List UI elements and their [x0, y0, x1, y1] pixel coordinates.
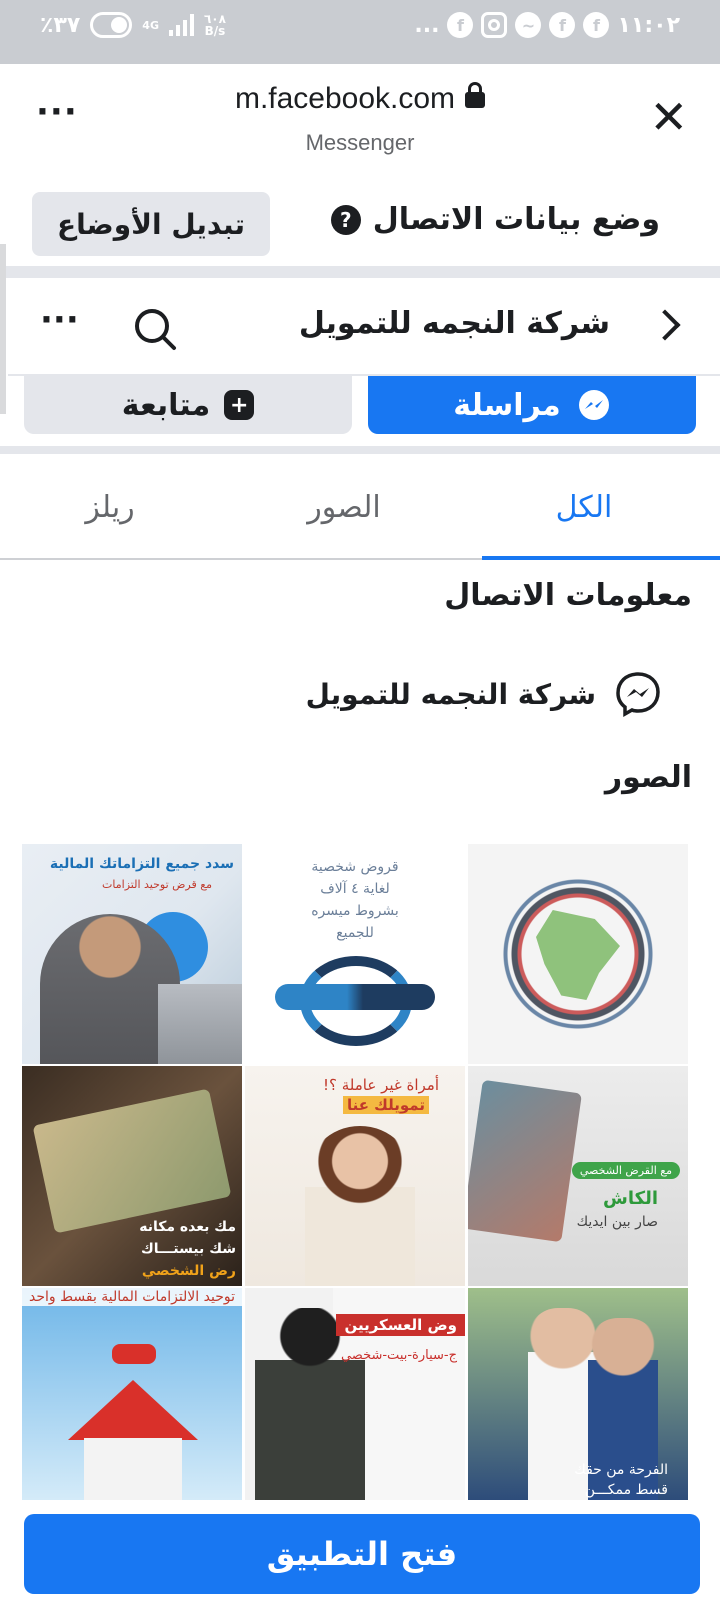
- photo-caption-line: قسط ممكـــن: [584, 1482, 668, 1498]
- speed-unit: B/s: [204, 24, 226, 38]
- status-left: ٪٣٧ 4G ٦٠٨ B/s: [40, 12, 226, 38]
- browser-toolbar: ··· m.facebook.com Messenger ✕: [0, 64, 720, 172]
- photo-caption-line: لغاية ٤ آلاف: [320, 881, 390, 897]
- network-speed: ٦٠٨ B/s: [204, 13, 226, 37]
- photo-caption: وض العسكريين: [336, 1314, 465, 1336]
- photo-thumbnail[interactable]: [468, 844, 688, 1064]
- photo-caption: تمويلك عنا: [342, 1096, 429, 1114]
- photo-caption-line: رض الشخصي: [141, 1263, 236, 1279]
- facebook-notification-icon: f: [583, 12, 610, 38]
- close-icon[interactable]: ✕: [649, 94, 688, 140]
- open-app-bar: فتح التطبيق: [0, 1500, 720, 1612]
- messenger-contact[interactable]: شركة النجمه للتمويل: [306, 670, 662, 718]
- photo-caption: ج-سيارة-بيت-شخصي: [340, 1348, 457, 1363]
- photo-shape: [32, 1088, 232, 1234]
- tab-reels[interactable]: ريلز: [10, 490, 210, 525]
- photo-shape: [255, 1308, 365, 1500]
- active-tab-indicator: [482, 556, 720, 560]
- page-more-icon[interactable]: ···: [40, 303, 79, 337]
- tab-bar: الكل الصور ريلز: [0, 470, 720, 560]
- photo-caption: توحيد الالتزامات المالية بقسط واحد: [22, 1288, 242, 1306]
- messenger-notification-icon: ~: [515, 12, 542, 38]
- divider: [0, 266, 720, 278]
- network-type: 4G: [142, 18, 159, 32]
- facebook-notification-icon: f: [549, 12, 576, 38]
- follow-label: متابعة: [121, 387, 211, 423]
- toggle-modes-button[interactable]: تبديل الأوضاع: [32, 192, 270, 256]
- photo-caption: الفرحة من حقك قسط ممكـــن: [468, 1460, 688, 1500]
- message-label: مراسلة: [453, 387, 561, 423]
- clock: ١١:٠٢: [617, 12, 680, 38]
- photos-grid: سدد جميع التزاماتك المالية مع قرض توحيد …: [22, 844, 688, 1500]
- browser-subtitle: Messenger: [305, 130, 415, 155]
- search-icon[interactable]: [132, 306, 178, 352]
- back-chevron-icon[interactable]: [649, 309, 681, 341]
- url-display[interactable]: m.facebook.com: [0, 82, 720, 116]
- divider: [0, 446, 720, 454]
- page-header: شركة النجمه للتمويل ···: [0, 244, 720, 414]
- status-right: ... f ~ f f ١١:٠٢: [414, 12, 680, 38]
- messenger-contact-name: شركة النجمه للتمويل: [305, 677, 596, 711]
- message-button[interactable]: مراسلة: [368, 376, 696, 434]
- photo-shape: [305, 1126, 415, 1286]
- photo-thumbnail[interactable]: مع القرض الشخصي الكاش صار بين ايديك: [468, 1066, 688, 1286]
- messenger-icon: [616, 672, 660, 718]
- photo-thumbnail[interactable]: الفرحة من حقك قسط ممكـــن: [468, 1288, 688, 1500]
- photo-caption: الكاش: [603, 1188, 658, 1209]
- mode-bar: تبديل الأوضاع وضع بيانات الاتصال ?: [0, 172, 720, 272]
- battery-percent: ٪٣٧: [40, 12, 81, 38]
- facebook-notification-icon: f: [447, 12, 474, 38]
- photo-shape: [84, 1438, 182, 1500]
- open-app-button[interactable]: فتح التطبيق: [24, 1514, 700, 1594]
- signal-icon: [168, 14, 194, 36]
- photo-shape: [68, 1380, 198, 1440]
- photo-shape: [275, 984, 435, 1010]
- photo-caption: قروض شخصية لغاية ٤ آلاف بشروط ميسره للجم…: [245, 856, 465, 944]
- photo-thumbnail[interactable]: مك بعده مكانه شك بيستـــاك رض الشخصي: [22, 1066, 242, 1286]
- status-bar: ٪٣٧ 4G ٦٠٨ B/s ... f ~ f f ١١:٠٢: [0, 0, 720, 64]
- photo-thumbnail[interactable]: وض العسكريين ج-سيارة-بيت-شخصي: [245, 1288, 465, 1500]
- photo-thumbnail[interactable]: توحيد الالتزامات المالية بقسط واحد: [22, 1288, 242, 1500]
- help-icon[interactable]: ?: [330, 204, 361, 235]
- photo-caption-line: شك بيستـــاك: [140, 1241, 236, 1257]
- photo-caption-line: للجميع: [336, 925, 374, 941]
- tab-all[interactable]: الكل: [484, 490, 684, 525]
- photo-caption: أمراة غير عاملة ؟!: [323, 1076, 439, 1094]
- instagram-notification-icon: [481, 12, 508, 38]
- photo-shape: [468, 1079, 582, 1243]
- photo-shape: [158, 984, 242, 1064]
- photo-caption-line: بشروط ميسره: [311, 903, 399, 919]
- battery-icon: [90, 12, 133, 38]
- photo-caption-line: الفرحة من حقك: [574, 1462, 668, 1478]
- follow-button[interactable]: متابعة +: [24, 376, 352, 434]
- photo-caption: مع قرض توحيد التزامات: [102, 878, 212, 891]
- photo-caption-line: قروض شخصية: [311, 859, 399, 875]
- url-text: m.facebook.com: [234, 82, 456, 115]
- page-actions: متابعة + مراسلة: [0, 376, 720, 444]
- contact-mode-text: وضع بيانات الاتصال: [372, 202, 660, 237]
- photo-caption: مك بعده مكانه شك بيستـــاك رض الشخصي: [26, 1216, 236, 1282]
- photo-caption: صار بين ايديك: [576, 1214, 658, 1230]
- photos-section-title: الصور: [604, 760, 692, 795]
- tab-photos[interactable]: الصور: [244, 490, 444, 525]
- photo-caption-line: مك بعده مكانه: [139, 1219, 236, 1235]
- follow-icon: +: [224, 390, 255, 420]
- contact-mode-label[interactable]: وضع بيانات الاتصال ?: [330, 202, 660, 237]
- photo-thumbnail[interactable]: قروض شخصية لغاية ٤ آلاف بشروط ميسره للجم…: [245, 844, 465, 1064]
- photo-caption: سدد جميع التزاماتك المالية: [49, 856, 234, 872]
- lock-icon: [465, 82, 486, 108]
- photo-thumbnail[interactable]: أمراة غير عاملة ؟! تمويلك عنا: [245, 1066, 465, 1286]
- photo-caption: مع القرض الشخصي: [571, 1162, 680, 1179]
- more-notifications-icon: ...: [414, 12, 440, 38]
- page-title: شركة النجمه للتمويل: [298, 306, 610, 341]
- photo-shape: [112, 1344, 156, 1364]
- messenger-icon: [578, 390, 609, 420]
- photo-thumbnail[interactable]: سدد جميع التزاماتك المالية مع قرض توحيد …: [22, 844, 242, 1064]
- contact-info-title: معلومات الاتصال: [444, 578, 692, 613]
